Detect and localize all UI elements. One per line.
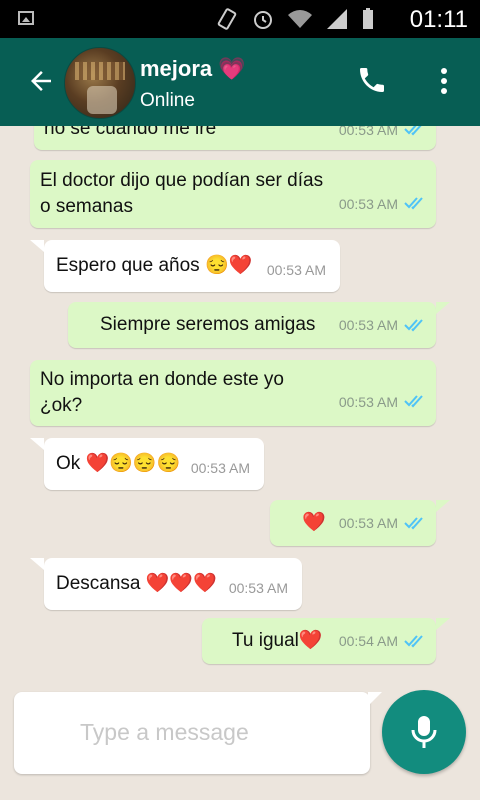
call-icon[interactable]	[356, 64, 388, 96]
message-text: Tu igual❤️	[232, 630, 323, 651]
read-receipt-icon	[404, 319, 423, 332]
message-bubble-incoming[interactable]: Espero que años 😔❤️ 00:53 AM	[30, 240, 340, 292]
message-time: 00:53 AM	[190, 460, 250, 476]
read-receipt-icon	[404, 197, 423, 210]
message-text: Ok ❤️😔😔😔	[56, 453, 181, 474]
read-receipt-icon	[404, 126, 422, 136]
message-text: Descansa ❤️❤️❤️	[56, 573, 217, 594]
signal-icon	[327, 9, 347, 29]
bubble-tail	[30, 240, 44, 252]
back-arrow-icon[interactable]	[26, 66, 56, 96]
message-time: 00:54 AM	[338, 633, 398, 649]
message-bubble-outgoing[interactable]: Siempre seremos amigas 00:53 AM	[68, 302, 450, 348]
message-text: Siempre seremos amigas	[100, 314, 316, 335]
read-receipt-icon	[404, 517, 423, 530]
bubble-tail	[30, 438, 44, 450]
status-time: 01:11	[409, 6, 468, 33]
message-text: no se cuando me iré	[44, 126, 217, 139]
bubble-tail	[30, 558, 44, 570]
contact-avatar[interactable]	[64, 47, 136, 119]
message-time: 00:53 AM	[338, 126, 398, 138]
status-bar: 01:11	[0, 0, 480, 38]
message-composer	[14, 692, 382, 774]
image-notification-icon	[18, 11, 34, 25]
message-time: 00:53 AM	[338, 317, 398, 333]
message-time: 00:53 AM	[338, 394, 398, 410]
bubble-tail	[436, 302, 450, 314]
vibrate-icon	[217, 8, 237, 30]
composer-tail	[368, 692, 382, 706]
battery-icon	[363, 8, 373, 29]
message-bubble-outgoing[interactable]: No importa en donde este yo ¿ok? 00:53 A…	[30, 360, 436, 426]
alarm-icon	[254, 11, 272, 29]
message-bubble-incoming[interactable]: Descansa ❤️❤️❤️ 00:53 AM	[30, 558, 302, 610]
message-bubble-outgoing[interactable]: ❤️ 00:53 AM	[270, 500, 450, 546]
message-text: No importa en donde este yo ¿ok?	[40, 369, 284, 416]
contact-status: Online	[140, 90, 195, 111]
microphone-icon	[411, 716, 437, 748]
message-bubble-outgoing[interactable]: Tu igual❤️ 00:54 AM	[202, 618, 450, 664]
status-icons	[215, 7, 375, 31]
message-time: 00:53 AM	[228, 580, 288, 596]
message-input[interactable]	[24, 712, 354, 752]
message-time: 00:53 AM	[266, 262, 326, 278]
message-bubble-outgoing[interactable]: no se cuando me iré 00:53 AM	[34, 126, 436, 150]
mic-button[interactable]	[382, 690, 466, 774]
more-options-icon[interactable]	[437, 66, 451, 96]
contact-name[interactable]: mejora 💗	[140, 56, 246, 82]
message-text: Espero que años 😔❤️	[56, 255, 253, 276]
wifi-icon	[288, 10, 312, 28]
message-time: 00:53 AM	[338, 196, 398, 212]
message-text: El doctor dijo que podían ser días o sem…	[40, 170, 324, 217]
read-receipt-icon	[404, 635, 423, 648]
bubble-tail	[436, 500, 450, 512]
message-bubble-outgoing[interactable]: El doctor dijo que podían ser días o sem…	[30, 160, 436, 228]
message-bubble-incoming[interactable]: Ok ❤️😔😔😔 00:53 AM	[30, 438, 264, 490]
message-time: 00:53 AM	[338, 515, 398, 531]
bubble-tail	[436, 618, 450, 630]
message-text: ❤️	[302, 512, 326, 533]
message-list[interactable]: no se cuando me iré 00:53 AM El doctor d…	[0, 126, 480, 690]
chat-header: mejora 💗 Online	[0, 38, 480, 126]
read-receipt-icon	[404, 395, 423, 408]
